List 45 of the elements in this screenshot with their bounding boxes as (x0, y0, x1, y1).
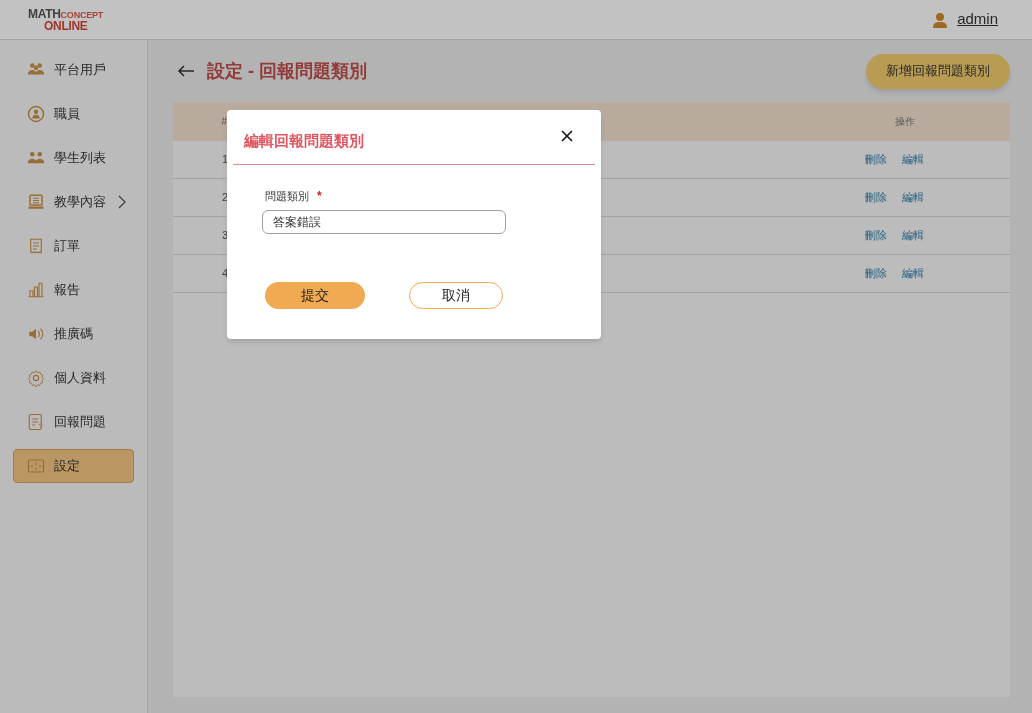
monitor-icon (27, 193, 45, 211)
sidebar-item[interactable]: 學生列表 (13, 141, 134, 175)
sidebar-item[interactable]: 教學內容 (13, 185, 134, 219)
logo-text: CONCEPT (60, 10, 103, 20)
sidebar-item[interactable]: 個人資料 (13, 361, 134, 395)
frame-icon (27, 457, 45, 475)
document-icon (27, 413, 45, 431)
table-cell-text: 1 (220, 152, 228, 168)
sidebar-item[interactable]: 推廣碼 (13, 317, 134, 351)
column-header: 操作 (894, 115, 916, 129)
close-button[interactable] (561, 130, 573, 142)
action-link[interactable]: 編輯 (902, 227, 924, 244)
category-input[interactable]: 答案錯誤 (262, 210, 506, 234)
person-circle-icon (27, 105, 45, 123)
settings-icon (27, 369, 45, 387)
action-link[interactable]: 刪除 (865, 151, 887, 168)
user-link[interactable]: admin (957, 8, 998, 31)
page-title: 設定 - 回報問題類別 (207, 59, 367, 83)
column-header: # (220, 115, 228, 129)
logo-text: MATH (28, 7, 61, 20)
action-link[interactable]: 刪除 (865, 227, 887, 244)
user-icon (933, 11, 948, 28)
back-arrow-icon[interactable] (177, 65, 195, 77)
logo-text: ONLINE (44, 19, 89, 32)
sidebar-item[interactable]: 設定 (13, 449, 134, 483)
submit-button[interactable]: 提交 (265, 282, 365, 309)
close-icon (561, 130, 573, 142)
receipt-icon (27, 237, 45, 255)
action-link[interactable]: 刪除 (865, 265, 887, 282)
action-link[interactable]: 編輯 (902, 189, 924, 206)
action-link[interactable]: 刪除 (865, 189, 887, 206)
sidebar-item[interactable]: 回報問題 (13, 405, 134, 439)
field-label: 問題類別 (265, 188, 309, 204)
sidebar-item[interactable]: 職員 (13, 97, 134, 131)
add-category-button[interactable]: 新增回報問題類別 (866, 53, 1010, 89)
action-link[interactable]: 編輯 (902, 151, 924, 168)
dialog-title: 編輯回報問題類別 (244, 130, 364, 151)
cancel-button[interactable]: 取消 (409, 282, 503, 309)
action-link[interactable]: 編輯 (902, 265, 924, 282)
table-cell-text: 2 (220, 190, 228, 206)
sidebar-item[interactable]: 訂單 (13, 229, 134, 263)
sidebar-item[interactable]: 報告 (13, 273, 134, 307)
required-mark: * (317, 188, 322, 205)
bar-chart-icon (27, 281, 45, 299)
sidebar-item[interactable]: 平台用戶 (13, 53, 134, 87)
